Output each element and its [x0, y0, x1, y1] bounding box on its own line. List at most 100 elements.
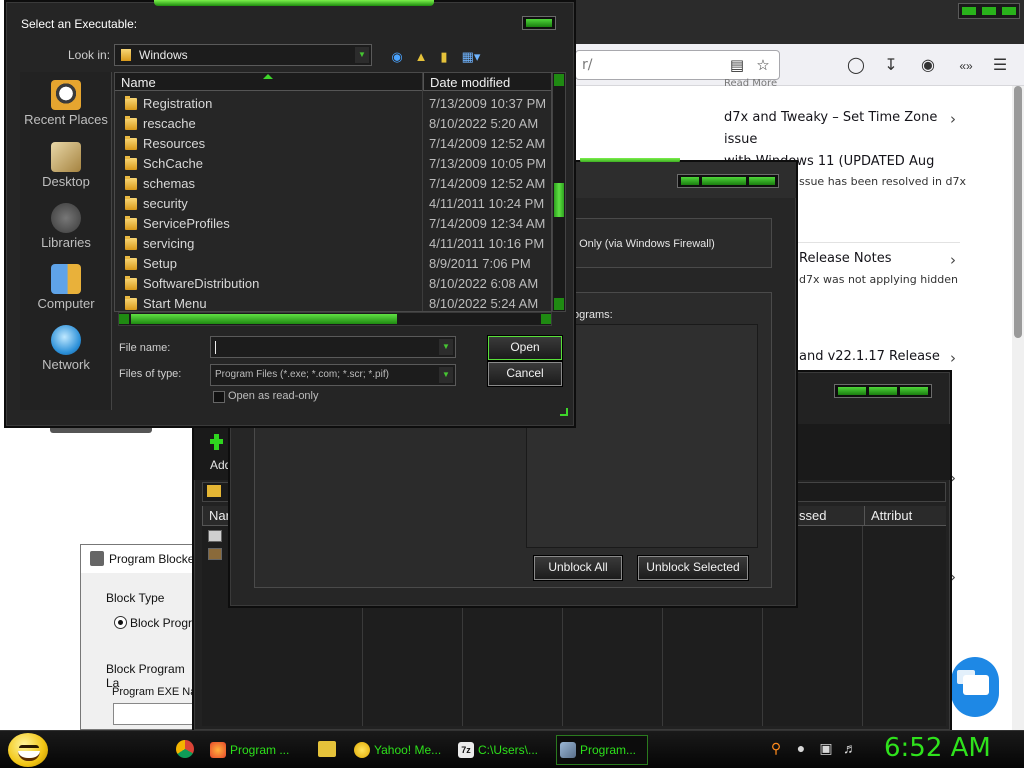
open-button[interactable]: Open	[487, 335, 563, 361]
select-executable-dialog[interactable]: Select an Executable: Look in: Windows ▼…	[4, 0, 576, 428]
scroll-left-icon[interactable]	[119, 314, 129, 324]
post-excerpt: d7x was not applying hidden	[799, 273, 958, 286]
read-more-link[interactable]: Read More	[724, 78, 777, 89]
place-desktop[interactable]: Desktop	[20, 142, 112, 189]
file-icon	[208, 530, 222, 542]
pocket-icon[interactable]: ◯	[845, 55, 867, 77]
file-row[interactable]: servicing 4/11/2011 10:16 PM	[115, 233, 551, 253]
place-computer[interactable]: Computer	[20, 264, 112, 311]
date-column-header[interactable]: Date modified	[423, 73, 551, 91]
scrollbar-thumb[interactable]	[1014, 86, 1022, 338]
cancel-button[interactable]: Cancel	[487, 361, 563, 387]
chevron-down-icon[interactable]: ▼	[439, 367, 453, 383]
reader-view-icon[interactable]: ▤	[728, 56, 746, 74]
place-recent-places[interactable]: Recent Places	[20, 80, 112, 127]
place-libraries[interactable]: Libraries	[20, 203, 112, 250]
files-of-type-dropdown[interactable]: Program Files (*.exe; *.com; *.scr; *.pi…	[210, 364, 456, 386]
folder-icon[interactable]	[318, 741, 336, 757]
taskbar-item[interactable]: 7z C:\Users\...	[454, 735, 550, 765]
search-icon[interactable]: ⚲	[768, 740, 784, 756]
file-name: schemas	[143, 176, 196, 191]
page-scrollbar[interactable]	[1012, 86, 1024, 730]
folder-icon	[125, 256, 137, 270]
scroll-up-icon[interactable]	[554, 74, 564, 86]
taskbar-item-label: C:\Users\...	[478, 743, 539, 757]
column-header[interactable]: ssed	[792, 506, 862, 526]
file-row[interactable]: SoftwareDistribution 8/10/2022 6:08 AM	[115, 273, 551, 293]
overflow-extensions-icon[interactable]: «»	[955, 55, 977, 77]
file-name-input[interactable]: ▼	[210, 336, 456, 358]
file-name: SoftwareDistribution	[143, 276, 260, 291]
taskbar-item[interactable]: Program ...	[206, 735, 306, 765]
vertical-scrollbar[interactable]	[552, 72, 566, 312]
file-row[interactable]: SchCache 7/13/2009 10:05 PM	[115, 153, 551, 173]
bookmark-star-icon[interactable]: ☆	[754, 56, 772, 74]
url-text: r/	[582, 57, 593, 73]
url-bar[interactable]: r/ ▤ ☆	[575, 50, 780, 80]
program-blocker-window[interactable]: Program Blocke Block Type Block Progra B…	[80, 544, 203, 730]
place-network[interactable]: Network	[20, 325, 112, 372]
chevron-right-icon[interactable]: ›	[950, 251, 956, 269]
scroll-right-icon[interactable]	[541, 314, 551, 324]
volume-icon[interactable]: ♬	[842, 740, 858, 756]
horizontal-scrollbar[interactable]	[118, 312, 552, 326]
menu-icon[interactable]: ☰	[989, 55, 1011, 77]
unblock-selected-button[interactable]: Unblock Selected	[637, 555, 749, 581]
7zip-icon: 7z	[458, 742, 474, 758]
back-icon[interactable]: ◉	[388, 48, 406, 66]
folder-icon	[125, 196, 137, 210]
post-title[interactable]: and v22.1.17 Release	[799, 346, 940, 368]
scrollbar-thumb[interactable]	[131, 314, 397, 324]
program-blocker-icon	[90, 551, 104, 566]
window-controls[interactable]	[834, 384, 932, 398]
extension-flag-icon[interactable]: ◉	[917, 55, 939, 77]
file-row[interactable]: Resources 7/14/2009 12:52 AM	[115, 133, 551, 153]
place-label: Libraries	[41, 235, 91, 250]
chevron-down-icon[interactable]: ▼	[355, 47, 369, 63]
look-in-dropdown[interactable]: Windows ▼	[114, 44, 372, 66]
view-menu-icon[interactable]: ▦▾	[458, 48, 484, 66]
chrome-icon[interactable]	[176, 740, 194, 758]
close-button[interactable]	[522, 16, 556, 30]
file-row[interactable]: Setup 8/9/2011 7:06 PM	[115, 253, 551, 273]
new-folder-icon[interactable]: ▮	[435, 48, 453, 66]
taskbar-item-active[interactable]: Program...	[556, 735, 648, 765]
block-program-radio[interactable]	[114, 616, 127, 629]
scrollbar-thumb[interactable]	[554, 183, 564, 217]
chevron-down-icon[interactable]: ▼	[439, 339, 453, 355]
chevron-right-icon[interactable]: ›	[950, 110, 956, 128]
download-icon[interactable]: ↧	[880, 55, 902, 77]
taskbar-item[interactable]: Yahoo! Me...	[350, 735, 448, 765]
post-title[interactable]: Release Notes	[799, 248, 891, 270]
place-label: Recent Places	[24, 112, 108, 127]
resize-grip[interactable]	[560, 408, 568, 416]
file-row[interactable]: security 4/11/2011 10:24 PM	[115, 193, 551, 213]
clock[interactable]: 6:52 AM	[884, 733, 991, 763]
place-label: Network	[42, 357, 90, 372]
chat-widget-button[interactable]	[951, 657, 999, 717]
file-row[interactable]: Registration 7/13/2009 10:37 PM	[115, 93, 551, 113]
scroll-down-icon[interactable]	[554, 298, 564, 310]
window-controls[interactable]	[958, 3, 1020, 19]
exe-name-input[interactable]	[113, 703, 203, 725]
start-button[interactable]	[8, 733, 48, 767]
file-row[interactable]: ServiceProfiles 7/14/2009 12:34 AM	[115, 213, 551, 233]
file-name: rescache	[143, 116, 196, 131]
unblock-all-button[interactable]: Unblock All	[533, 555, 623, 581]
read-only-checkbox[interactable]	[213, 391, 225, 403]
libraries-icon	[51, 203, 81, 233]
up-folder-icon[interactable]: ▲	[412, 48, 430, 66]
file-date: 4/11/2011 10:16 PM	[429, 236, 545, 251]
file-row[interactable]: schemas 7/14/2009 12:52 AM	[115, 173, 551, 193]
file-date: 4/11/2011 10:24 PM	[429, 196, 545, 211]
file-list[interactable]: Name Date modified Registration 7/13/2009…	[114, 72, 552, 312]
status-icon[interactable]: ●	[793, 740, 809, 756]
computer-icon	[51, 264, 81, 294]
add-icon[interactable]	[210, 434, 223, 450]
window-controls[interactable]	[677, 174, 779, 188]
file-row[interactable]: rescache 8/10/2022 5:20 AM	[115, 113, 551, 133]
chevron-right-icon[interactable]: ›	[950, 349, 956, 367]
file-row[interactable]: Start Menu 8/10/2022 5:24 AM	[115, 293, 551, 311]
column-header[interactable]: Attribut	[864, 506, 946, 526]
network-tray-icon[interactable]: ▣	[818, 740, 834, 756]
